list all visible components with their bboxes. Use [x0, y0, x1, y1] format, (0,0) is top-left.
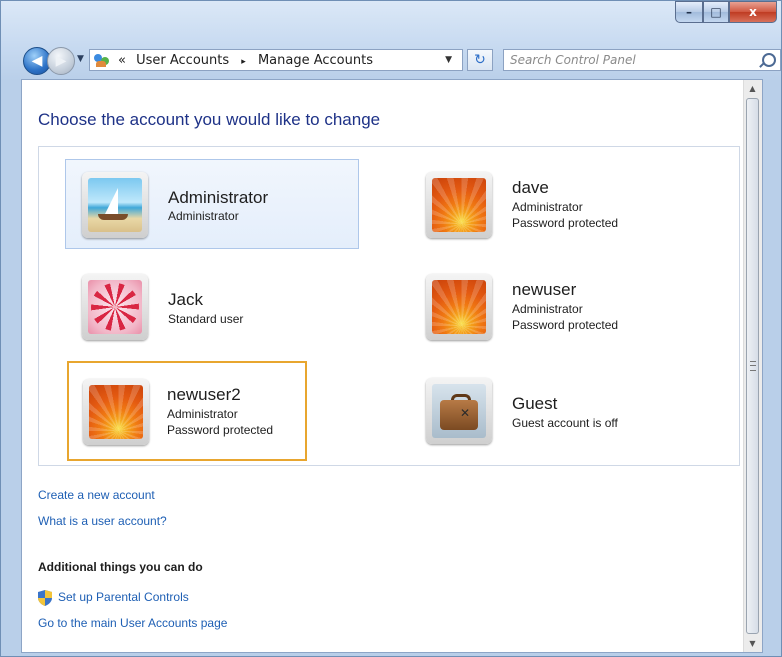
account-jack[interactable]: Jack Standard user: [65, 261, 359, 351]
account-administrator[interactable]: Administrator Administrator: [65, 159, 359, 249]
address-overflow-chevron[interactable]: «: [118, 53, 126, 68]
scroll-down-icon[interactable]: ▼: [744, 635, 761, 652]
create-account-link[interactable]: Create a new account: [38, 488, 155, 502]
page-title: Choose the account you would like to cha…: [38, 110, 381, 129]
account-name: dave: [512, 178, 549, 197]
sailboat-picture: [88, 178, 142, 232]
breadcrumb-user-accounts[interactable]: User Accounts: [136, 53, 229, 68]
account-type: Administrator: [168, 209, 239, 223]
forward-button[interactable]: ▶: [47, 47, 75, 75]
search-box[interactable]: [503, 49, 781, 71]
account-picture-frame: [83, 379, 149, 445]
starfish-picture: [88, 280, 142, 334]
vertical-scrollbar[interactable]: ▲ ▼: [743, 80, 762, 652]
account-picture-frame: [426, 274, 492, 340]
navigation-bar: ◀ ▶ ▼ « User Accounts ▸ Manage Accounts …: [1, 35, 781, 79]
accounts-grid: Administrator Administrator dave Adminis…: [38, 146, 740, 466]
scrollbar-thumb[interactable]: [746, 98, 759, 634]
account-picture-frame: [426, 172, 492, 238]
account-newuser[interactable]: newuser Administrator Password protected: [409, 261, 703, 351]
main-user-accounts-link[interactable]: Go to the main User Accounts page: [38, 616, 227, 630]
account-password-status: Password protected: [512, 318, 619, 332]
shield-icon: [38, 590, 52, 606]
account-name: Guest: [512, 394, 558, 413]
search-icon[interactable]: [762, 53, 776, 67]
account-name: newuser2: [167, 385, 241, 404]
account-password-status: Password protected: [512, 216, 619, 230]
address-dropdown-icon[interactable]: ▼: [445, 55, 452, 65]
breadcrumb-separator-icon[interactable]: ▸: [241, 57, 246, 67]
account-name: Administrator: [168, 188, 269, 207]
address-bar[interactable]: « User Accounts ▸ Manage Accounts ▼: [89, 49, 463, 71]
account-type: Administrator: [512, 302, 583, 316]
search-input[interactable]: [510, 52, 750, 68]
back-arrow-icon: ◀: [31, 53, 43, 69]
suitcase-picture: ✕: [432, 384, 486, 438]
refresh-icon: ↻: [474, 52, 486, 68]
orange-flower-picture: [432, 178, 486, 232]
account-picture-frame: [82, 274, 148, 340]
account-type: Administrator: [167, 407, 238, 421]
maximize-button[interactable]: □: [703, 1, 729, 23]
account-picture-frame: [82, 172, 148, 238]
orange-flower-picture: [432, 280, 486, 334]
breadcrumb-manage-accounts[interactable]: Manage Accounts: [258, 53, 373, 68]
account-name: newuser: [512, 280, 577, 299]
account-type: Standard user: [168, 312, 244, 326]
user-accounts-window: – □ x ◀ ▶ ▼ « User Accounts ▸ Manage Acc…: [0, 0, 782, 657]
account-picture-frame: ✕: [426, 378, 492, 444]
minimize-button[interactable]: –: [675, 1, 703, 23]
account-dave[interactable]: dave Administrator Password protected: [409, 159, 703, 249]
title-bar: – □ x: [1, 1, 781, 37]
account-guest[interactable]: ✕ Guest Guest account is off: [409, 365, 703, 455]
address-path: « User Accounts ▸ Manage Accounts: [118, 53, 373, 68]
scroll-up-icon[interactable]: ▲: [744, 80, 761, 97]
what-is-account-link[interactable]: What is a user account?: [38, 514, 167, 528]
parental-controls-link[interactable]: Set up Parental Controls: [58, 590, 189, 604]
refresh-button[interactable]: ↻: [467, 49, 493, 71]
additional-section-title: Additional things you can do: [38, 560, 203, 574]
content-pane: Choose the account you would like to cha…: [21, 79, 763, 653]
account-password-status: Password protected: [167, 423, 274, 437]
account-type: Administrator: [512, 200, 583, 214]
close-button[interactable]: x: [729, 1, 777, 23]
forward-arrow-icon: ▶: [55, 53, 67, 69]
user-accounts-icon: [94, 52, 112, 68]
recent-pages-dropdown[interactable]: ▼: [77, 54, 84, 64]
account-newuser2[interactable]: newuser2 Administrator Password protecte…: [67, 361, 307, 461]
account-name: Jack: [168, 290, 203, 309]
orange-flower-picture: [89, 385, 143, 439]
account-status: Guest account is off: [512, 416, 618, 430]
